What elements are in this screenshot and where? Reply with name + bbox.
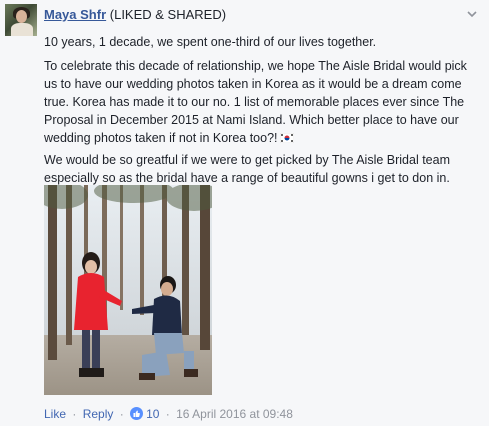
separator: ·: [72, 407, 77, 421]
timestamp[interactable]: 16 April 2016 at 09:48: [176, 407, 293, 421]
separator: ·: [119, 407, 124, 421]
south-korea-flag-icon: [279, 133, 294, 143]
chevron-down-icon[interactable]: [466, 8, 478, 20]
like-count[interactable]: 10: [146, 407, 159, 421]
thumbs-up-icon: [130, 407, 144, 420]
like-link[interactable]: Like: [44, 407, 66, 421]
reply-link[interactable]: Reply: [83, 407, 114, 421]
comment-paragraph-text: To celebrate this decade of relationship…: [44, 59, 467, 145]
separator: ·: [165, 407, 170, 421]
author-name[interactable]: Maya Shfr: [44, 7, 106, 22]
comment-paragraph: We would be so greatful if we were to ge…: [44, 153, 450, 185]
avatar[interactable]: [5, 4, 37, 36]
comment-header: Maya Shfr (LIKED & SHARED): [44, 6, 226, 23]
comment-actions: Like · Reply · 10 · 16 April 2016 at 09:…: [44, 406, 293, 422]
comment: Maya Shfr (LIKED & SHARED) 10 years, 1 d…: [0, 0, 489, 426]
comment-paragraph: 10 years, 1 decade, we spent one-third o…: [44, 35, 377, 49]
proposal-photo[interactable]: [44, 185, 212, 395]
comment-paragraph: To celebrate this decade of relationship…: [44, 57, 480, 147]
comment-tag: (LIKED & SHARED): [109, 7, 227, 22]
